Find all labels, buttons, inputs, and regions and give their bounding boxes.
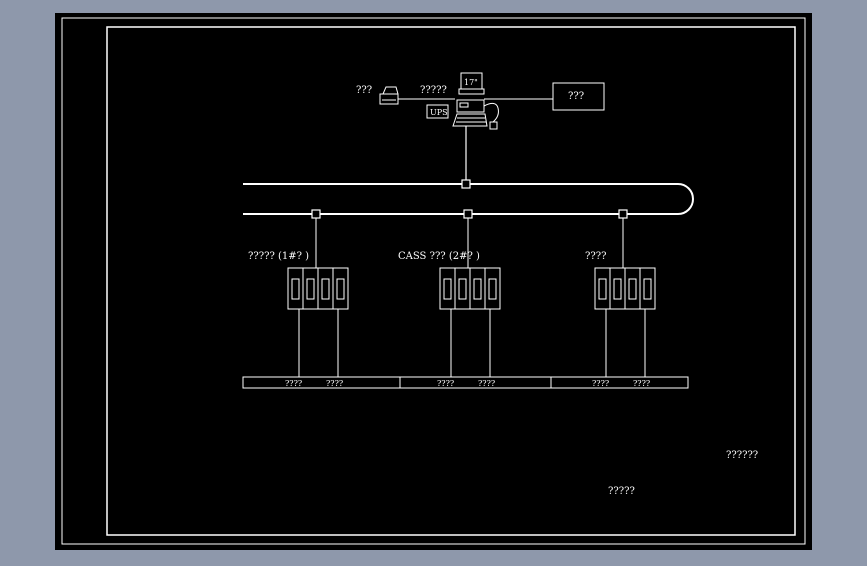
station-1-label: ????? (1#? ) bbox=[248, 251, 309, 262]
bus-label-1a: ???? bbox=[285, 379, 302, 388]
bus-label-2a: ???? bbox=[437, 379, 454, 388]
drawing-viewport: ??? ????? 17" UPS ??? ????? (1#? ) CASS … bbox=[0, 0, 867, 562]
station-3-label: ???? bbox=[585, 251, 606, 262]
note-bottom: ????? bbox=[608, 486, 635, 497]
station-2-label: CASS ??? (2#? ) bbox=[398, 251, 480, 262]
monitor-label: 17" bbox=[464, 78, 478, 87]
bus-label-3b: ???? bbox=[633, 379, 650, 388]
right-box-label: ??? bbox=[568, 91, 584, 102]
note-right: ?????? bbox=[726, 450, 758, 461]
network-node-icon bbox=[618, 209, 628, 219]
ups-label: UPS bbox=[430, 108, 448, 117]
network-diagram: ??? ????? 17" UPS ??? ????? (1#? ) CASS … bbox=[55, 13, 812, 550]
bus-label-1b: ???? bbox=[326, 379, 343, 388]
network-node-icon bbox=[463, 209, 473, 219]
bus-label-3a: ???? bbox=[592, 379, 609, 388]
network-node-icon bbox=[311, 209, 321, 219]
workstation-label: ????? bbox=[420, 85, 447, 96]
printer-label: ??? bbox=[356, 85, 372, 96]
bus-label-2b: ???? bbox=[478, 379, 495, 388]
network-node-icon bbox=[461, 179, 471, 189]
